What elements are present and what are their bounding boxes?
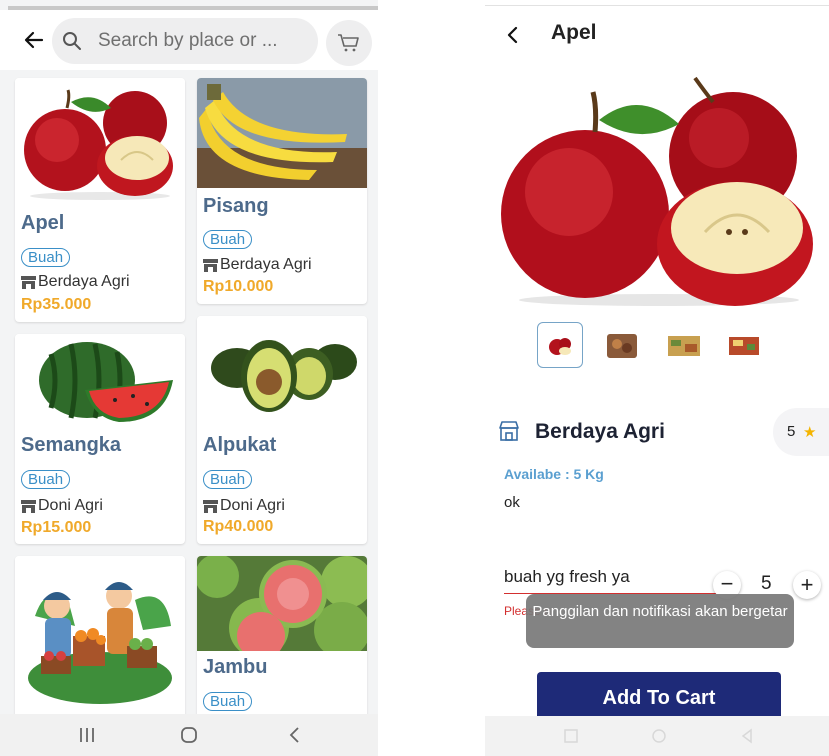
product-image-market-illustration: [15, 556, 185, 716]
store-icon: [21, 275, 36, 289]
star-icon: ★: [803, 424, 817, 441]
cart-icon: [338, 34, 359, 52]
back-arrow-icon[interactable]: [22, 28, 46, 52]
product-detail-screen: Apel Berdaya Agri 5 ★ Availabe: 5 Kg ok…: [485, 0, 829, 756]
product-card-jambu[interactable]: Jambu Buah: [197, 556, 367, 726]
home-icon[interactable]: [651, 728, 667, 744]
product-card-illustration[interactable]: [15, 556, 185, 726]
thumbnail-4[interactable]: [721, 322, 767, 368]
status-divider: [485, 5, 829, 6]
product-image-apel: [15, 78, 185, 203]
product-list-screen: Search by place or ... Apel Buah Berdaya…: [0, 0, 378, 756]
store-name: Doni Agri: [38, 497, 103, 514]
thumbnail-1[interactable]: [537, 322, 583, 368]
product-description: ok: [504, 494, 520, 511]
back-chevron-icon[interactable]: [503, 25, 523, 45]
store-icon: [203, 258, 218, 272]
toast-message: Panggilan dan notifikasi akan bergetar: [526, 594, 794, 648]
store-name: Berdaya Agri: [38, 273, 130, 290]
product-image-semangka: [15, 334, 185, 429]
store-icon: [21, 499, 36, 513]
product-card-alpukat[interactable]: Alpukat Buah Doni Agri Rp40.000: [197, 316, 367, 544]
page-title: Apel: [551, 21, 597, 44]
product-card-apel[interactable]: Apel Buah Berdaya Agri Rp35.000: [15, 78, 185, 322]
product-card-pisang[interactable]: Pisang Buah Berdaya Agri Rp10.000: [197, 78, 367, 304]
system-nav-bar: [0, 714, 378, 756]
product-image-jambu: [197, 556, 367, 651]
product-name: Pisang: [203, 195, 269, 217]
increase-quantity-button[interactable]: +: [793, 571, 821, 599]
search-header: Search by place or ...: [0, 10, 378, 70]
nav-back-icon[interactable]: [739, 728, 755, 744]
category-badge: Buah: [203, 470, 253, 489]
category-badge: Buah: [21, 248, 71, 267]
store-label: Doni Agri: [21, 497, 103, 515]
store-name: Doni Agri: [220, 497, 285, 514]
image-thumbnails: [485, 322, 829, 372]
product-name: Jambu: [203, 656, 268, 678]
product-price: Rp10.000: [203, 278, 274, 295]
note-input[interactable]: [504, 562, 719, 594]
rating-value: 5: [787, 423, 796, 440]
system-nav-bar: [485, 716, 829, 756]
store-icon: [203, 499, 218, 513]
product-price: Rp35.000: [21, 296, 92, 313]
nav-back-icon[interactable]: [286, 726, 304, 744]
rating-badge: 5 ★: [773, 408, 829, 456]
home-icon[interactable]: [180, 726, 198, 744]
cart-button[interactable]: [326, 20, 372, 66]
product-name: Apel: [21, 212, 65, 234]
product-image-alpukat: [197, 316, 367, 421]
product-price: Rp15.000: [21, 519, 92, 536]
category-badge: Buah: [203, 230, 253, 249]
store-label: Berdaya Agri: [21, 273, 130, 291]
availability-text: Availabe : 5 Kg: [504, 466, 604, 482]
thumbnail-3[interactable]: [661, 322, 707, 368]
store-icon: [498, 420, 520, 442]
product-price: Rp40.000: [203, 518, 274, 535]
recent-apps-icon[interactable]: [563, 728, 579, 744]
search-input[interactable]: Search by place or ...: [52, 18, 318, 64]
category-badge: Buah: [21, 470, 71, 489]
screenshot-root: Search by place or ... Apel Buah Berdaya…: [0, 0, 829, 756]
quantity-value: 5: [761, 573, 772, 594]
store-label: Doni Agri: [203, 497, 285, 515]
product-card-semangka[interactable]: Semangka Buah Doni Agri Rp15.000: [15, 334, 185, 544]
product-image-pisang: [197, 78, 367, 188]
search-icon: [62, 31, 82, 51]
store-row[interactable]: Berdaya Agri 5 ★: [485, 408, 829, 456]
category-badge: Buah: [203, 692, 253, 711]
product-name: Semangka: [21, 434, 122, 456]
thumbnail-2[interactable]: [599, 322, 645, 368]
store-name: Berdaya Agri: [535, 420, 665, 443]
search-placeholder: Search by place or ...: [98, 30, 278, 51]
store-label: Berdaya Agri: [203, 256, 312, 274]
product-name: Alpukat: [203, 434, 277, 456]
recent-apps-icon[interactable]: [78, 726, 96, 744]
product-hero-image: [499, 68, 819, 308]
store-name: Berdaya Agri: [220, 256, 312, 273]
